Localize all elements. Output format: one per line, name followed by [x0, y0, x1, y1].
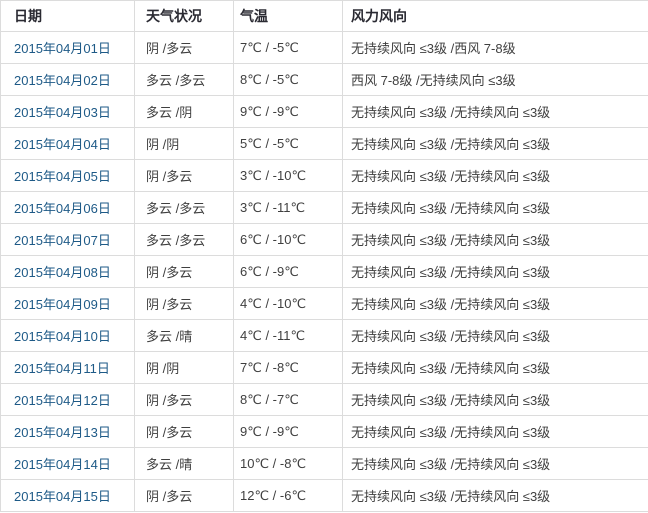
wind-cell: 无持续风向 ≤3级 /无持续风向 ≤3级 [343, 352, 648, 384]
table-row: 2015年04月13日 阴 /多云 9℃ / -9℃ 无持续风向 ≤3级 /无持… [1, 416, 648, 448]
weather-cell: 阴 /多云 [135, 480, 234, 512]
temp-cell: 3℃ / -10℃ [234, 160, 343, 192]
weather-cell: 阴 /阴 [135, 352, 234, 384]
date-cell: 2015年04月15日 [1, 480, 135, 512]
table-row: 2015年04月04日 阴 /阴 5℃ / -5℃ 无持续风向 ≤3级 /无持续… [1, 128, 648, 160]
wind-cell: 无持续风向 ≤3级 /无持续风向 ≤3级 [343, 160, 648, 192]
date-cell: 2015年04月12日 [1, 384, 135, 416]
date-cell: 2015年04月06日 [1, 192, 135, 224]
temp-cell: 9℃ / -9℃ [234, 96, 343, 128]
temp-cell: 8℃ / -5℃ [234, 64, 343, 96]
weather-cell: 阴 /阴 [135, 128, 234, 160]
weather-cell: 阴 /多云 [135, 384, 234, 416]
temp-cell: 9℃ / -9℃ [234, 416, 343, 448]
wind-cell: 无持续风向 ≤3级 /无持续风向 ≤3级 [343, 448, 648, 480]
wind-cell: 无持续风向 ≤3级 /无持续风向 ≤3级 [343, 96, 648, 128]
table-row: 2015年04月12日 阴 /多云 8℃ / -7℃ 无持续风向 ≤3级 /无持… [1, 384, 648, 416]
date-cell: 2015年04月05日 [1, 160, 135, 192]
date-link[interactable]: 2015年04月09日 [14, 297, 111, 312]
wind-cell: 无持续风向 ≤3级 /无持续风向 ≤3级 [343, 416, 648, 448]
wind-cell: 无持续风向 ≤3级 /无持续风向 ≤3级 [343, 256, 648, 288]
date-link[interactable]: 2015年04月15日 [14, 489, 111, 504]
table-row: 2015年04月15日 阴 /多云 12℃ / -6℃ 无持续风向 ≤3级 /无… [1, 480, 648, 512]
date-link[interactable]: 2015年04月13日 [14, 425, 111, 440]
date-link[interactable]: 2015年04月08日 [14, 265, 111, 280]
temp-cell: 10℃ / -8℃ [234, 448, 343, 480]
weather-cell: 阴 /多云 [135, 160, 234, 192]
weather-cell: 阴 /多云 [135, 416, 234, 448]
date-link[interactable]: 2015年04月01日 [14, 41, 111, 56]
temp-cell: 7℃ / -5℃ [234, 32, 343, 64]
date-link[interactable]: 2015年04月10日 [14, 329, 111, 344]
date-cell: 2015年04月01日 [1, 32, 135, 64]
date-link[interactable]: 2015年04月02日 [14, 73, 111, 88]
column-header-date: 日期 [1, 1, 135, 32]
weather-cell: 多云 /多云 [135, 64, 234, 96]
table-row: 2015年04月08日 阴 /多云 6℃ / -9℃ 无持续风向 ≤3级 /无持… [1, 256, 648, 288]
table-row: 2015年04月09日 阴 /多云 4℃ / -10℃ 无持续风向 ≤3级 /无… [1, 288, 648, 320]
weather-cell: 多云 /晴 [135, 320, 234, 352]
date-link[interactable]: 2015年04月12日 [14, 393, 111, 408]
table-row: 2015年04月02日 多云 /多云 8℃ / -5℃ 西风 7-8级 /无持续… [1, 64, 648, 96]
temp-cell: 3℃ / -11℃ [234, 192, 343, 224]
temp-cell: 4℃ / -11℃ [234, 320, 343, 352]
date-link[interactable]: 2015年04月05日 [14, 169, 111, 184]
temp-cell: 8℃ / -7℃ [234, 384, 343, 416]
date-cell: 2015年04月10日 [1, 320, 135, 352]
weather-cell: 多云 /阴 [135, 96, 234, 128]
table-header: 日期 天气状况 气温 风力风向 [1, 1, 648, 32]
table-body: 2015年04月01日 阴 /多云 7℃ / -5℃ 无持续风向 ≤3级 /西风… [1, 32, 648, 512]
column-header-wind: 风力风向 [343, 1, 648, 32]
temp-cell: 7℃ / -8℃ [234, 352, 343, 384]
date-cell: 2015年04月14日 [1, 448, 135, 480]
wind-cell: 无持续风向 ≤3级 /无持续风向 ≤3级 [343, 384, 648, 416]
date-link[interactable]: 2015年04月14日 [14, 457, 111, 472]
date-cell: 2015年04月04日 [1, 128, 135, 160]
table-row: 2015年04月11日 阴 /阴 7℃ / -8℃ 无持续风向 ≤3级 /无持续… [1, 352, 648, 384]
date-cell: 2015年04月13日 [1, 416, 135, 448]
weather-history-table: 日期 天气状况 气温 风力风向 2015年04月01日 阴 /多云 7℃ / -… [0, 0, 648, 512]
date-cell: 2015年04月02日 [1, 64, 135, 96]
date-link[interactable]: 2015年04月07日 [14, 233, 111, 248]
date-link[interactable]: 2015年04月03日 [14, 105, 111, 120]
date-cell: 2015年04月07日 [1, 224, 135, 256]
temp-cell: 4℃ / -10℃ [234, 288, 343, 320]
date-cell: 2015年04月11日 [1, 352, 135, 384]
date-link[interactable]: 2015年04月11日 [14, 361, 110, 376]
table-row: 2015年04月01日 阴 /多云 7℃ / -5℃ 无持续风向 ≤3级 /西风… [1, 32, 648, 64]
header-row: 日期 天气状况 气温 风力风向 [1, 1, 648, 32]
weather-cell: 阴 /多云 [135, 32, 234, 64]
date-cell: 2015年04月08日 [1, 256, 135, 288]
wind-cell: 无持续风向 ≤3级 /无持续风向 ≤3级 [343, 192, 648, 224]
table-row: 2015年04月10日 多云 /晴 4℃ / -11℃ 无持续风向 ≤3级 /无… [1, 320, 648, 352]
weather-cell: 阴 /多云 [135, 256, 234, 288]
temp-cell: 6℃ / -9℃ [234, 256, 343, 288]
wind-cell: 无持续风向 ≤3级 /无持续风向 ≤3级 [343, 480, 648, 512]
weather-cell: 多云 /多云 [135, 192, 234, 224]
weather-cell: 阴 /多云 [135, 288, 234, 320]
temp-cell: 5℃ / -5℃ [234, 128, 343, 160]
date-link[interactable]: 2015年04月04日 [14, 137, 111, 152]
wind-cell: 无持续风向 ≤3级 /无持续风向 ≤3级 [343, 128, 648, 160]
wind-cell: 无持续风向 ≤3级 /无持续风向 ≤3级 [343, 224, 648, 256]
table-row: 2015年04月07日 多云 /多云 6℃ / -10℃ 无持续风向 ≤3级 /… [1, 224, 648, 256]
temp-cell: 6℃ / -10℃ [234, 224, 343, 256]
date-link[interactable]: 2015年04月06日 [14, 201, 111, 216]
wind-cell: 无持续风向 ≤3级 /无持续风向 ≤3级 [343, 320, 648, 352]
weather-cell: 多云 /多云 [135, 224, 234, 256]
table-row: 2015年04月06日 多云 /多云 3℃ / -11℃ 无持续风向 ≤3级 /… [1, 192, 648, 224]
column-header-temp: 气温 [234, 1, 343, 32]
wind-cell: 西风 7-8级 /无持续风向 ≤3级 [343, 64, 648, 96]
table-row: 2015年04月14日 多云 /晴 10℃ / -8℃ 无持续风向 ≤3级 /无… [1, 448, 648, 480]
weather-cell: 多云 /晴 [135, 448, 234, 480]
temp-cell: 12℃ / -6℃ [234, 480, 343, 512]
table-row: 2015年04月03日 多云 /阴 9℃ / -9℃ 无持续风向 ≤3级 /无持… [1, 96, 648, 128]
table-row: 2015年04月05日 阴 /多云 3℃ / -10℃ 无持续风向 ≤3级 /无… [1, 160, 648, 192]
wind-cell: 无持续风向 ≤3级 /无持续风向 ≤3级 [343, 288, 648, 320]
column-header-weather: 天气状况 [135, 1, 234, 32]
date-cell: 2015年04月03日 [1, 96, 135, 128]
wind-cell: 无持续风向 ≤3级 /西风 7-8级 [343, 32, 648, 64]
date-cell: 2015年04月09日 [1, 288, 135, 320]
